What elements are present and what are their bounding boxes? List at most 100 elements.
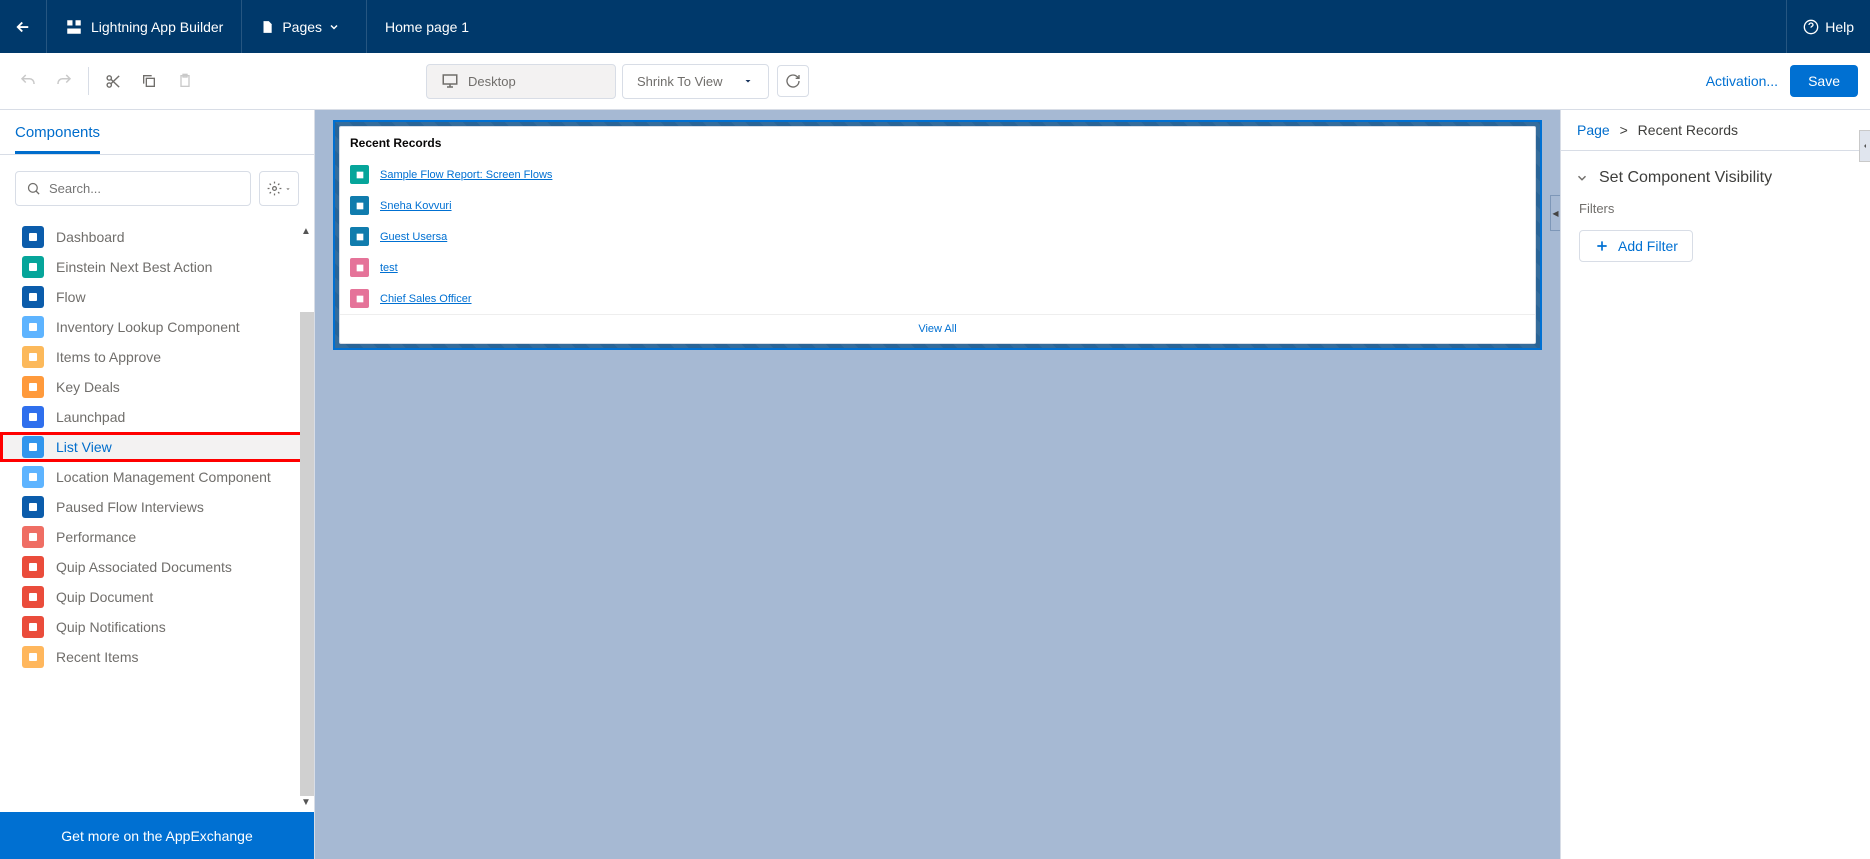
undo-icon <box>19 72 37 90</box>
component-item[interactable]: Quip Notifications <box>0 612 314 642</box>
search-container <box>15 171 251 206</box>
activation-button[interactable]: Activation... <box>1706 73 1778 89</box>
chevron-down-icon <box>328 21 340 33</box>
visibility-title: Set Component Visibility <box>1599 169 1772 187</box>
breadcrumb-page-link[interactable]: Page <box>1577 122 1610 138</box>
component-icon <box>22 556 44 578</box>
plus-icon <box>1594 238 1610 254</box>
component-icon <box>22 256 44 278</box>
paste-icon <box>177 73 193 89</box>
device-select[interactable]: Desktop <box>426 64 616 99</box>
component-icon <box>22 316 44 338</box>
component-icon <box>22 376 44 398</box>
cut-button[interactable] <box>97 65 129 97</box>
component-icon <box>22 286 44 308</box>
view-all-link[interactable]: View All <box>918 323 956 335</box>
selected-region[interactable]: Recent Records Sample Flow Report: Scree… <box>333 120 1542 350</box>
component-item[interactable]: Recent Items <box>0 642 314 672</box>
component-item[interactable]: Inventory Lookup Component <box>0 312 314 342</box>
record-row: Guest Usersa <box>340 221 1535 252</box>
component-item[interactable]: Quip Document <box>0 582 314 612</box>
search-input[interactable] <box>49 181 240 196</box>
page-name-section: Home page 1 <box>367 0 487 53</box>
scissors-icon <box>105 73 122 90</box>
component-icon <box>22 436 44 458</box>
card-title: Recent Records <box>340 127 1535 159</box>
record-row: Chief Sales Officer <box>340 283 1535 314</box>
component-label: Key Deals <box>56 379 120 395</box>
undo-button[interactable] <box>12 65 44 97</box>
refresh-button[interactable] <box>777 65 809 97</box>
component-item[interactable]: Flow <box>0 282 314 312</box>
zoom-label: Shrink To View <box>637 74 723 89</box>
pages-label: Pages <box>282 19 322 35</box>
component-item[interactable]: Items to Approve <box>0 342 314 372</box>
component-icon <box>22 526 44 548</box>
component-item[interactable]: Launchpad <box>0 402 314 432</box>
component-item[interactable]: Dashboard <box>0 222 314 252</box>
component-icon <box>22 616 44 638</box>
settings-button[interactable] <box>259 171 299 206</box>
help-icon <box>1803 19 1819 35</box>
record-link[interactable]: test <box>380 262 398 274</box>
component-item[interactable]: Key Deals <box>0 372 314 402</box>
component-label: Inventory Lookup Component <box>56 319 240 335</box>
component-label: Recent Items <box>56 649 138 665</box>
component-item[interactable]: Performance <box>0 522 314 552</box>
record-link[interactable]: Guest Usersa <box>380 231 447 243</box>
component-label: Quip Associated Documents <box>56 559 232 575</box>
record-icon <box>350 227 369 246</box>
component-label: Dashboard <box>56 229 125 245</box>
record-icon <box>350 196 369 215</box>
pages-dropdown[interactable]: Pages <box>242 0 367 53</box>
copy-icon <box>141 73 157 89</box>
breadcrumb: Page > Recent Records <box>1561 110 1870 151</box>
back-button[interactable] <box>0 0 47 53</box>
refresh-icon <box>785 73 801 89</box>
scroll-down-icon[interactable]: ▼ <box>298 797 314 808</box>
component-icon <box>22 226 44 248</box>
page-icon <box>260 20 274 34</box>
component-icon <box>22 346 44 368</box>
component-label: Launchpad <box>56 409 125 425</box>
caret-down-icon <box>742 75 754 87</box>
component-icon <box>22 406 44 428</box>
record-row: Sample Flow Report: Screen Flows <box>340 159 1535 190</box>
component-icon <box>22 646 44 668</box>
save-button[interactable]: Save <box>1790 65 1858 97</box>
search-icon <box>26 181 41 196</box>
right-panel-handle[interactable] <box>1859 130 1870 162</box>
paste-button[interactable] <box>169 65 201 97</box>
component-item[interactable]: Paused Flow Interviews <box>0 492 314 522</box>
zoom-select[interactable]: Shrink To View <box>622 64 769 99</box>
record-link[interactable]: Chief Sales Officer <box>380 293 472 305</box>
canvas-collapse-handle[interactable]: ◀ <box>1550 195 1560 231</box>
caret-down-icon <box>284 185 292 193</box>
component-item[interactable]: Location Management Component <box>0 462 314 492</box>
recent-records-card[interactable]: Recent Records Sample Flow Report: Scree… <box>339 126 1536 344</box>
scrollbar-track[interactable] <box>300 312 314 796</box>
visibility-section-header[interactable]: Set Component Visibility <box>1561 151 1870 197</box>
page-name: Home page 1 <box>385 19 469 35</box>
component-icon <box>22 466 44 488</box>
component-item[interactable]: Quip Associated Documents <box>0 552 314 582</box>
component-label: Quip Notifications <box>56 619 166 635</box>
record-link[interactable]: Sample Flow Report: Screen Flows <box>380 169 552 181</box>
record-row: Sneha Kovvuri <box>340 190 1535 221</box>
help-button[interactable]: Help <box>1786 0 1870 53</box>
component-item[interactable]: Einstein Next Best Action <box>0 252 314 282</box>
tab-components[interactable]: Components <box>15 124 100 154</box>
appexchange-button[interactable]: Get more on the AppExchange <box>0 812 314 859</box>
redo-icon <box>55 72 73 90</box>
canvas[interactable]: Recent Records Sample Flow Report: Scree… <box>315 110 1560 859</box>
component-item[interactable]: List View <box>0 432 314 462</box>
component-label: Einstein Next Best Action <box>56 259 212 275</box>
component-label: Items to Approve <box>56 349 161 365</box>
add-filter-label: Add Filter <box>1618 238 1678 254</box>
redo-button[interactable] <box>48 65 80 97</box>
copy-button[interactable] <box>133 65 165 97</box>
record-link[interactable]: Sneha Kovvuri <box>380 200 452 212</box>
add-filter-button[interactable]: Add Filter <box>1579 230 1693 262</box>
component-icon <box>22 496 44 518</box>
scroll-up-icon[interactable]: ▲ <box>298 226 314 237</box>
